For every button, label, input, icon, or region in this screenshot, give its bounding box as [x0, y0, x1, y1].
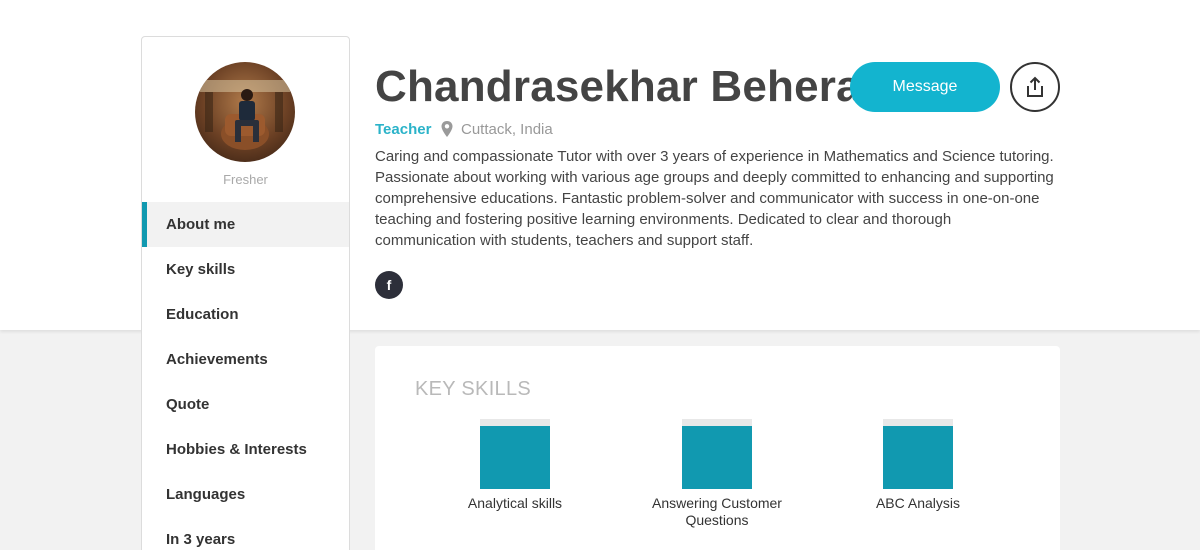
sidebar-item-achievements[interactable]: Achievements	[142, 337, 349, 382]
sidebar-item-key-skills[interactable]: Key skills	[142, 247, 349, 292]
skill-meter-fill	[682, 426, 752, 489]
profile-name: Chandrasekhar Behera	[375, 62, 861, 111]
sidebar-item-hobbies-interests[interactable]: Hobbies & Interests	[142, 427, 349, 472]
skill-item: Analytical skills	[425, 419, 605, 512]
sidebar-item-in-3-years[interactable]: In 3 years	[142, 517, 349, 550]
skill-meter	[682, 419, 752, 489]
skill-label: Analytical skills	[467, 495, 563, 511]
sidebar-item-about-me[interactable]: About me	[142, 202, 349, 247]
location-pin-icon	[441, 121, 453, 137]
message-button[interactable]: Message	[850, 62, 1000, 112]
skill-label: ABC Analysis	[875, 495, 961, 511]
profile-role: Teacher	[375, 121, 432, 138]
share-button[interactable]	[1010, 62, 1060, 112]
skill-meter	[883, 419, 953, 489]
key-skills-card: KEY SKILLS Analytical skills Answering C…	[375, 346, 1060, 550]
avatar-photo	[200, 80, 290, 150]
skill-meter-fill	[883, 426, 953, 489]
sidebar-nav: About me Key skills Education Achievemen…	[142, 202, 349, 550]
skill-label: Answering Customer Questions	[652, 495, 782, 528]
sidebar-item-quote[interactable]: Quote	[142, 382, 349, 427]
facebook-icon[interactable]: f	[375, 271, 403, 299]
avatar	[195, 62, 295, 162]
skill-meter-fill	[480, 426, 550, 489]
skill-item: Answering Customer Questions	[627, 419, 807, 529]
sidebar-item-education[interactable]: Education	[142, 292, 349, 337]
key-skills-title: KEY SKILLS	[415, 378, 532, 400]
profile-location: Cuttack, India	[461, 121, 553, 138]
sidebar-item-languages[interactable]: Languages	[142, 472, 349, 517]
profile-sidebar: Fresher About me Key skills Education Ac…	[141, 36, 350, 550]
share-icon	[1027, 76, 1043, 97]
profile-bio: Caring and compassionate Tutor with over…	[375, 148, 1054, 249]
profile-status: Fresher	[223, 172, 268, 187]
skill-meter	[480, 419, 550, 489]
skill-item: ABC Analysis	[828, 419, 1008, 512]
